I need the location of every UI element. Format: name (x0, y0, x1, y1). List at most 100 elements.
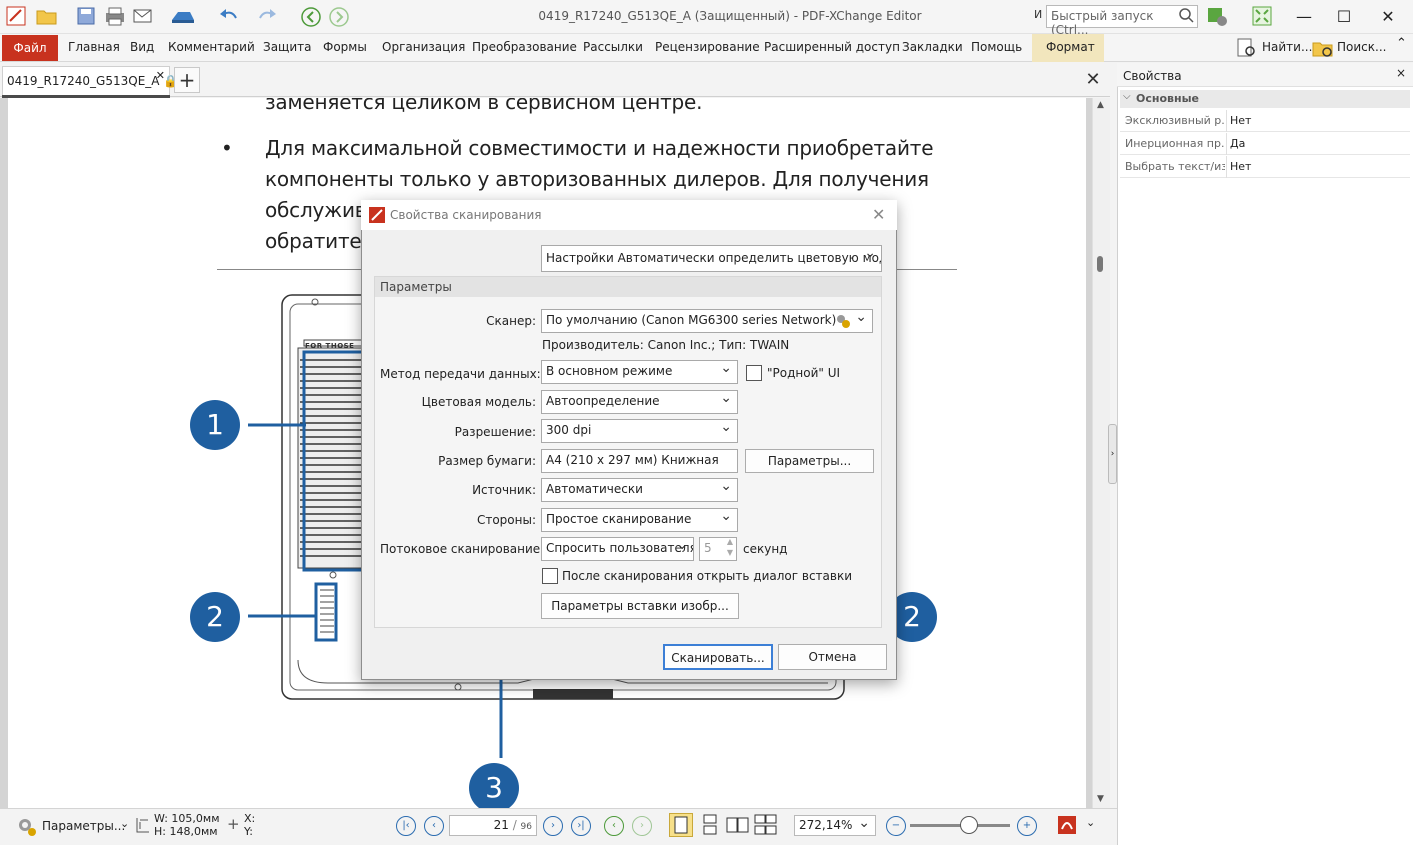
source-value: Автоматически (546, 482, 643, 496)
tab-comment[interactable]: Комментарий (168, 40, 255, 54)
tab-protect[interactable]: Защита (263, 40, 312, 54)
options-button[interactable]: Параметры... (42, 819, 125, 833)
tab-convert[interactable]: Преобразование (472, 40, 577, 54)
scroll-up-icon[interactable]: ▲ (1097, 100, 1104, 110)
zoom-in-button[interactable]: + (1017, 816, 1037, 836)
collapse-ribbon-icon[interactable]: ⌃ (1396, 36, 1407, 51)
pdf-icon[interactable] (1056, 814, 1078, 839)
property-name: Эксклюзивный р... (1125, 114, 1225, 127)
color-model-select[interactable]: Автоопределение (541, 390, 738, 414)
page-number-input[interactable]: 21 / 96 (449, 815, 537, 836)
new-tab-button[interactable]: + (174, 67, 200, 93)
settings-tools-icon[interactable] (1206, 6, 1228, 28)
maximize-button[interactable]: ☐ (1322, 4, 1366, 30)
search-button[interactable]: Поиск... (1337, 40, 1386, 54)
paper-options-button[interactable]: Параметры... (745, 449, 874, 473)
scan-icon[interactable] (170, 6, 194, 28)
callout-2-left: 2 (190, 592, 240, 642)
tab-help[interactable]: Помощь (971, 40, 1022, 54)
quick-launch-prefix: И (1034, 8, 1043, 21)
continuous-view-icon[interactable] (699, 814, 721, 839)
fullscreen-icon[interactable] (1252, 6, 1274, 28)
close-tab-icon[interactable]: ✕ (156, 69, 165, 82)
back-icon[interactable]: ‹ (604, 816, 624, 836)
tab-share[interactable]: Расширенный доступ (764, 40, 900, 54)
property-row[interactable]: Инерционная пр... Да (1120, 133, 1410, 155)
cursor-x: X: (244, 812, 256, 825)
stream-scan-select[interactable]: Спросить пользователя (541, 537, 694, 561)
gear-icon[interactable] (834, 312, 852, 332)
zoom-out-button[interactable]: − (886, 816, 906, 836)
scanner-label: Сканер: (486, 314, 536, 328)
minimize-button[interactable]: — (1282, 4, 1326, 30)
property-row[interactable]: Эксклюзивный р... Нет (1120, 110, 1410, 132)
zoom-level-select[interactable]: 272,14% (794, 815, 876, 836)
tab-organize[interactable]: Организация (382, 40, 465, 54)
two-page-continuous-icon[interactable] (753, 814, 779, 839)
tab-bookmarks[interactable]: Закладки (902, 40, 963, 54)
stream-scan-value: Спросить пользователя (546, 541, 694, 555)
resolution-select[interactable]: 300 dpi (541, 419, 738, 443)
close-document-button[interactable]: ✕ (1080, 67, 1106, 93)
tab-format[interactable]: Формат (1046, 40, 1095, 54)
first-page-button[interactable]: |‹ (396, 816, 416, 836)
dialog-close-icon[interactable]: ✕ (872, 205, 885, 224)
undo-icon[interactable] (218, 6, 240, 28)
redo-icon[interactable] (256, 6, 278, 28)
gear-icon[interactable] (14, 814, 38, 841)
tab-review[interactable]: Рецензирование (655, 40, 760, 54)
pane-splitter[interactable]: › (1108, 424, 1117, 484)
scan-button[interactable]: Сканировать... (663, 644, 773, 670)
open-folder-icon[interactable] (36, 6, 58, 28)
tab-home[interactable]: Главная (68, 40, 120, 54)
document-tab[interactable]: 0419_R17240_G513QE_A 🔒 ✕ (2, 66, 178, 97)
quick-launch-input[interactable]: Быстрый запуск (Ctrl... (1046, 5, 1198, 37)
zoom-slider-thumb[interactable] (960, 816, 978, 834)
property-value: Нет (1230, 160, 1252, 173)
chevron-down-icon[interactable]: ⌄ (1086, 816, 1095, 829)
seconds-spinner[interactable]: 5 ▲ ▼ (699, 537, 737, 561)
tab-forms[interactable]: Формы (323, 40, 367, 54)
spinner-arrows-icon[interactable]: ▲ ▼ (727, 538, 733, 558)
source-select[interactable]: Автоматически (541, 478, 738, 502)
properties-title: Свойства (1123, 69, 1182, 83)
page-height: H: 148,0мм (154, 825, 218, 838)
cancel-button[interactable]: Отмена (778, 644, 887, 670)
settings-select[interactable]: Настройки Автоматически определить цвето… (541, 245, 882, 272)
total-pages: 96 (520, 822, 532, 832)
document-tab-label: 0419_R17240_G513QE_A (7, 74, 160, 88)
chevron-down-icon[interactable]: ⌄ (120, 817, 129, 830)
forward-icon[interactable]: › (632, 816, 652, 836)
prev-page-button[interactable]: ‹ (424, 816, 444, 836)
paper-size-field[interactable]: A4 (210 x 297 мм) Книжная (541, 449, 738, 473)
save-icon[interactable] (76, 6, 98, 28)
sides-select[interactable]: Простое сканирование (541, 508, 738, 532)
tab-mailings[interactable]: Рассылки (583, 40, 643, 54)
next-page-button[interactable]: › (543, 816, 563, 836)
find-button[interactable]: Найти... (1262, 40, 1312, 54)
after-scan-checkbox[interactable] (542, 568, 558, 584)
scanner-select[interactable]: По умолчанию (Canon MG6300 series Networ… (541, 309, 873, 333)
properties-close-button[interactable]: × (1396, 66, 1406, 80)
transfer-method-select[interactable]: В основном режиме (541, 360, 738, 384)
native-ui-checkbox[interactable] (746, 365, 762, 381)
tab-view[interactable]: Вид (130, 40, 154, 54)
print-icon[interactable] (104, 6, 126, 28)
properties-group-label: Основные (1136, 92, 1199, 105)
insert-params-button[interactable]: Параметры вставки изобр... (541, 593, 739, 619)
resolution-label: Разрешение: (454, 425, 536, 439)
doc-bullet: • (221, 136, 233, 160)
last-page-button[interactable]: ›| (571, 816, 591, 836)
single-page-view-icon[interactable] (669, 813, 693, 837)
tab-file[interactable]: Файл (2, 35, 58, 61)
manufacturer-info: Производитель: Canon Inc.; Тип: TWAIN (542, 338, 790, 352)
email-icon[interactable] (132, 6, 154, 28)
forward-icon[interactable] (328, 6, 350, 28)
scroll-down-icon[interactable]: ▼ (1097, 794, 1104, 804)
property-row[interactable]: Выбрать текст/из... Нет (1120, 156, 1410, 178)
scrollbar-thumb[interactable] (1097, 256, 1103, 272)
two-page-view-icon[interactable] (725, 814, 751, 839)
back-icon[interactable] (300, 6, 322, 28)
close-window-button[interactable]: ✕ (1366, 4, 1410, 30)
find-icon (1236, 37, 1258, 62)
